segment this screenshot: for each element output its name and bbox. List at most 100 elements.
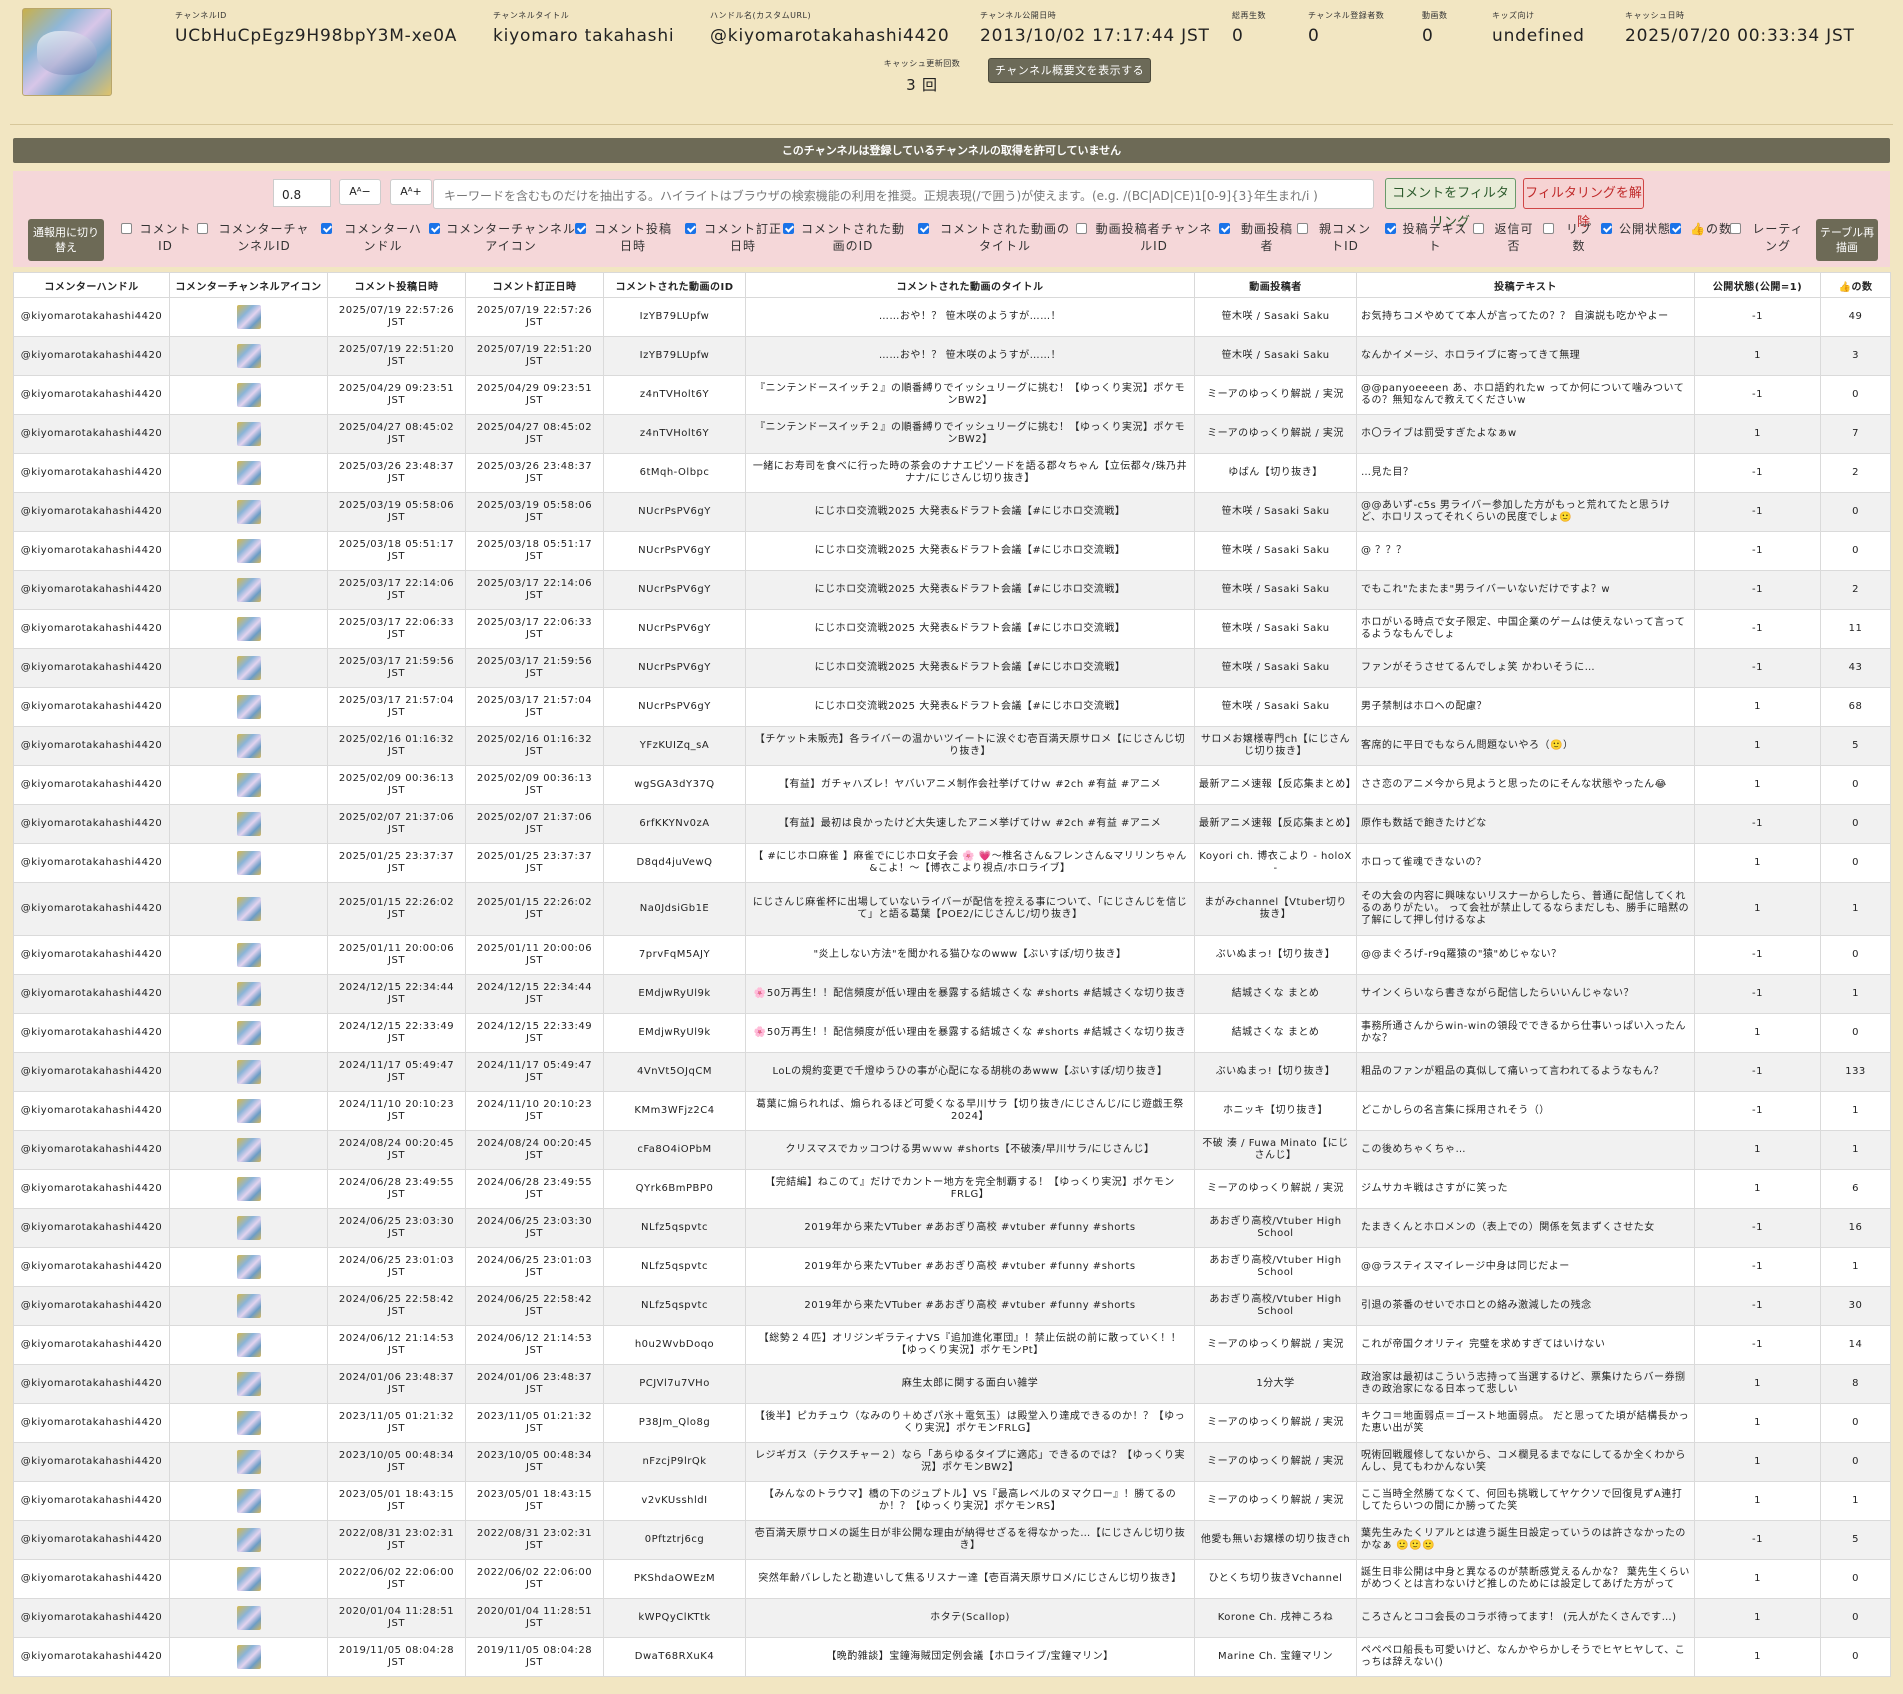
cell-handle[interactable]: @kiyomarotakahashi4420 [13, 1637, 170, 1677]
commenter-avatar[interactable] [236, 1606, 261, 1630]
checkbox[interactable] [1543, 223, 1554, 234]
column-header[interactable]: 👍の数 [1820, 272, 1891, 298]
cell-handle[interactable]: @kiyomarotakahashi4420 [13, 375, 170, 415]
cell-video-title[interactable]: 2019年から来たVTuber #あおぎり高校 #vtuber #funny #… [745, 1247, 1195, 1287]
zoom-input[interactable]: 0.8 [273, 179, 331, 207]
cell-video-title[interactable]: ……おや！？ 笹木咲のようすが……！ [745, 336, 1195, 376]
cell-uploader[interactable]: あおぎり高校/Vtuber High School [1194, 1247, 1357, 1287]
cell-uploader[interactable]: まがみchannel【Vtuber切り抜き】 [1194, 882, 1357, 936]
commenter-avatar[interactable] [236, 1450, 261, 1474]
cell-video-id[interactable]: Na0JdsiGb1E [603, 882, 746, 936]
commenter-avatar[interactable] [236, 578, 261, 602]
cell-video-id[interactable]: 0Pftztrj6cg [603, 1520, 746, 1560]
commenter-avatar[interactable] [236, 1372, 261, 1396]
commenter-avatar[interactable] [236, 982, 261, 1006]
cell-uploader[interactable]: ゆばん【切り抜き】 [1194, 453, 1357, 493]
cell-video-title[interactable]: 『ニンテンドースイッチ２』の順番縛りでイッシュリーグに挑む！【ゆっくり実況】ポケ… [745, 414, 1195, 454]
cell-video-id[interactable]: NUcrPsPV6gY [603, 570, 746, 610]
column-toggle[interactable]: 公開状態 [1601, 221, 1672, 238]
commenter-avatar[interactable] [236, 1060, 261, 1084]
column-toggle[interactable]: 動画投稿者 [1219, 221, 1298, 255]
cell-video-title[interactable]: にじホロ交流戦2025 大発表&ドラフト会議【#にじホロ交流戦】 [745, 570, 1195, 610]
checkbox[interactable] [918, 223, 929, 234]
cell-video-title[interactable]: 【 #にじホロ麻雀 】麻雀でにじホロ女子会 🌸 💗〜椎名さん&フレンさん&マリリ… [745, 843, 1195, 883]
cell-handle[interactable]: @kiyomarotakahashi4420 [13, 1130, 170, 1170]
checkbox[interactable] [121, 223, 132, 234]
cell-video-title[interactable]: にじホロ交流戦2025 大発表&ドラフト会議【#にじホロ交流戦】 [745, 492, 1195, 532]
cell-video-title[interactable]: にじホロ交流戦2025 大発表&ドラフト会議【#にじホロ交流戦】 [745, 687, 1195, 727]
cell-video-title[interactable]: 【有益】最初は良かったけど大失速したアニメ挙げてけｗ #2ch #有益 #アニメ [745, 804, 1195, 844]
cell-uploader[interactable]: ひとくち切り抜きVchannel [1194, 1559, 1357, 1599]
cell-handle[interactable]: @kiyomarotakahashi4420 [13, 414, 170, 454]
cell-video-title[interactable]: 一緒にお寿司を食べに行った時の茶会のナナエピソードを語る郡々ちゃん【立伝都々/珠… [745, 453, 1195, 493]
cell-handle[interactable]: @kiyomarotakahashi4420 [13, 1286, 170, 1326]
column-header[interactable]: コメント投稿日時 [327, 272, 466, 298]
cell-video-id[interactable]: 4VnVt5OJqCM [603, 1052, 746, 1092]
checkbox[interactable] [685, 223, 696, 234]
cell-uploader[interactable]: 1分大学 [1194, 1364, 1357, 1404]
cell-video-id[interactable]: IzYB79LUpfw [603, 336, 746, 376]
checkbox[interactable] [1473, 223, 1484, 234]
cell-video-id[interactable]: NLfz5qspvtc [603, 1286, 746, 1326]
cell-video-title[interactable]: にじさんじ麻雀杯に出場していないライバーが配信を控える事について、「にじさんじを… [745, 882, 1195, 936]
cell-uploader[interactable]: ぶいぬまっ!【切り抜き】 [1194, 1052, 1357, 1092]
commenter-avatar[interactable] [236, 1411, 261, 1435]
cell-video-title[interactable]: 【みんなのトラウマ】橋の下のジュプトル】VS『最高レベルのヌマクロー』！勝てるの… [745, 1481, 1195, 1521]
cell-uploader[interactable]: 結城さくな まとめ [1194, 974, 1357, 1014]
commenter-avatar[interactable] [236, 1645, 261, 1669]
cell-video-title[interactable]: 🌸50万再生！！配信頻度が低い理由を暴露する結城さくな #shorts #結城さ… [745, 974, 1195, 1014]
commenter-avatar[interactable] [236, 1216, 261, 1240]
cell-video-title[interactable]: "炎上しない方法"を聞かれる猫ひなのwww【ぶいすぽ/切り抜き】 [745, 935, 1195, 975]
cell-handle[interactable]: @kiyomarotakahashi4420 [13, 453, 170, 493]
cell-handle[interactable]: @kiyomarotakahashi4420 [13, 609, 170, 649]
checkbox[interactable] [575, 223, 586, 234]
apply-filter-button[interactable]: コメントをフィルタリング [1385, 178, 1516, 230]
cell-video-id[interactable]: NLfz5qspvtc [603, 1247, 746, 1287]
column-toggle[interactable]: コメンターチャンネルID [197, 221, 314, 255]
checkbox[interactable] [1219, 223, 1230, 234]
keyword-input[interactable]: キーワードを含むものだけを抽出する。ハイライトはブラウザの検索機能の利用を推奨。… [433, 179, 1374, 209]
cell-handle[interactable]: @kiyomarotakahashi4420 [13, 726, 170, 766]
cell-handle[interactable]: @kiyomarotakahashi4420 [13, 804, 170, 844]
cell-handle[interactable]: @kiyomarotakahashi4420 [13, 935, 170, 975]
cell-video-id[interactable]: D8qd4juVewQ [603, 843, 746, 883]
cell-video-id[interactable]: kWPQyClKTtk [603, 1598, 746, 1638]
cell-video-title[interactable]: クリスマスでカッコつける男ｗｗｗ #shorts【不破湊/早川サラ/にじさんじ】 [745, 1130, 1195, 1170]
cell-video-id[interactable]: KMm3WFjz2C4 [603, 1091, 746, 1131]
cell-video-id[interactable]: QYrk6BmPBP0 [603, 1169, 746, 1209]
show-description-button[interactable]: チャンネル概要文を表示する [988, 58, 1151, 83]
cell-handle[interactable]: @kiyomarotakahashi4420 [13, 492, 170, 532]
cell-handle[interactable]: @kiyomarotakahashi4420 [13, 531, 170, 571]
cell-handle[interactable]: @kiyomarotakahashi4420 [13, 1598, 170, 1638]
cell-video-title[interactable]: ホタテ(Scallop) [745, 1598, 1195, 1638]
commenter-avatar[interactable] [236, 539, 261, 563]
cell-video-id[interactable]: NUcrPsPV6gY [603, 687, 746, 727]
clear-filter-button[interactable]: フィルタリングを解除 [1523, 178, 1644, 230]
cell-video-id[interactable]: v2vKUsshldI [603, 1481, 746, 1521]
column-toggle[interactable]: レーティング [1730, 221, 1809, 255]
commenter-avatar[interactable] [236, 500, 261, 524]
commenter-avatar[interactable] [236, 383, 261, 407]
column-header[interactable]: コメントされた動画のID [603, 272, 746, 298]
column-header[interactable]: コメントされた動画のタイトル [745, 272, 1195, 298]
cell-video-id[interactable]: P38Jm_Qlo8g [603, 1403, 746, 1443]
checkbox[interactable] [1730, 223, 1741, 234]
report-mode-toggle-button[interactable]: 通報用に切り替え [28, 219, 104, 261]
column-toggle[interactable]: コメンターチャンネルアイコン [429, 221, 576, 255]
cell-video-title[interactable]: 【完結編】ねこのて』だけでカントー地方を完全制覇する！【ゆっくり実況】ポケモンF… [745, 1169, 1195, 1209]
cell-video-title[interactable]: 【晩酌雑談】宝鐘海賊団定例会議【ホロライブ/宝鐘マリン】 [745, 1637, 1195, 1677]
commenter-avatar[interactable] [236, 851, 261, 875]
cell-uploader[interactable]: 他愛も無いお嬢様の切り抜きch [1194, 1520, 1357, 1560]
cell-uploader[interactable]: ミーアのゆっくり解説 / 実況 [1194, 1169, 1357, 1209]
column-header[interactable]: コメンターハンドル [13, 272, 170, 298]
checkbox[interactable] [1601, 223, 1612, 234]
cell-uploader[interactable]: サロメお嬢様専門ch【にじさんじ切り抜き】 [1194, 726, 1357, 766]
cell-video-id[interactable]: wgSGA3dY37Q [603, 765, 746, 805]
column-toggle[interactable]: コメント投稿日時 [575, 221, 674, 255]
cell-uploader[interactable]: 笹木咲 / Sasaki Saku [1194, 336, 1357, 376]
redraw-table-button[interactable]: テーブル再描画 [1816, 219, 1878, 261]
cell-video-id[interactable]: nFzcjP9lrQk [603, 1442, 746, 1482]
cell-video-title[interactable]: 麻生太郎に関する面白い雑学 [745, 1364, 1195, 1404]
cell-handle[interactable]: @kiyomarotakahashi4420 [13, 1325, 170, 1365]
cell-uploader[interactable]: 笹木咲 / Sasaki Saku [1194, 531, 1357, 571]
